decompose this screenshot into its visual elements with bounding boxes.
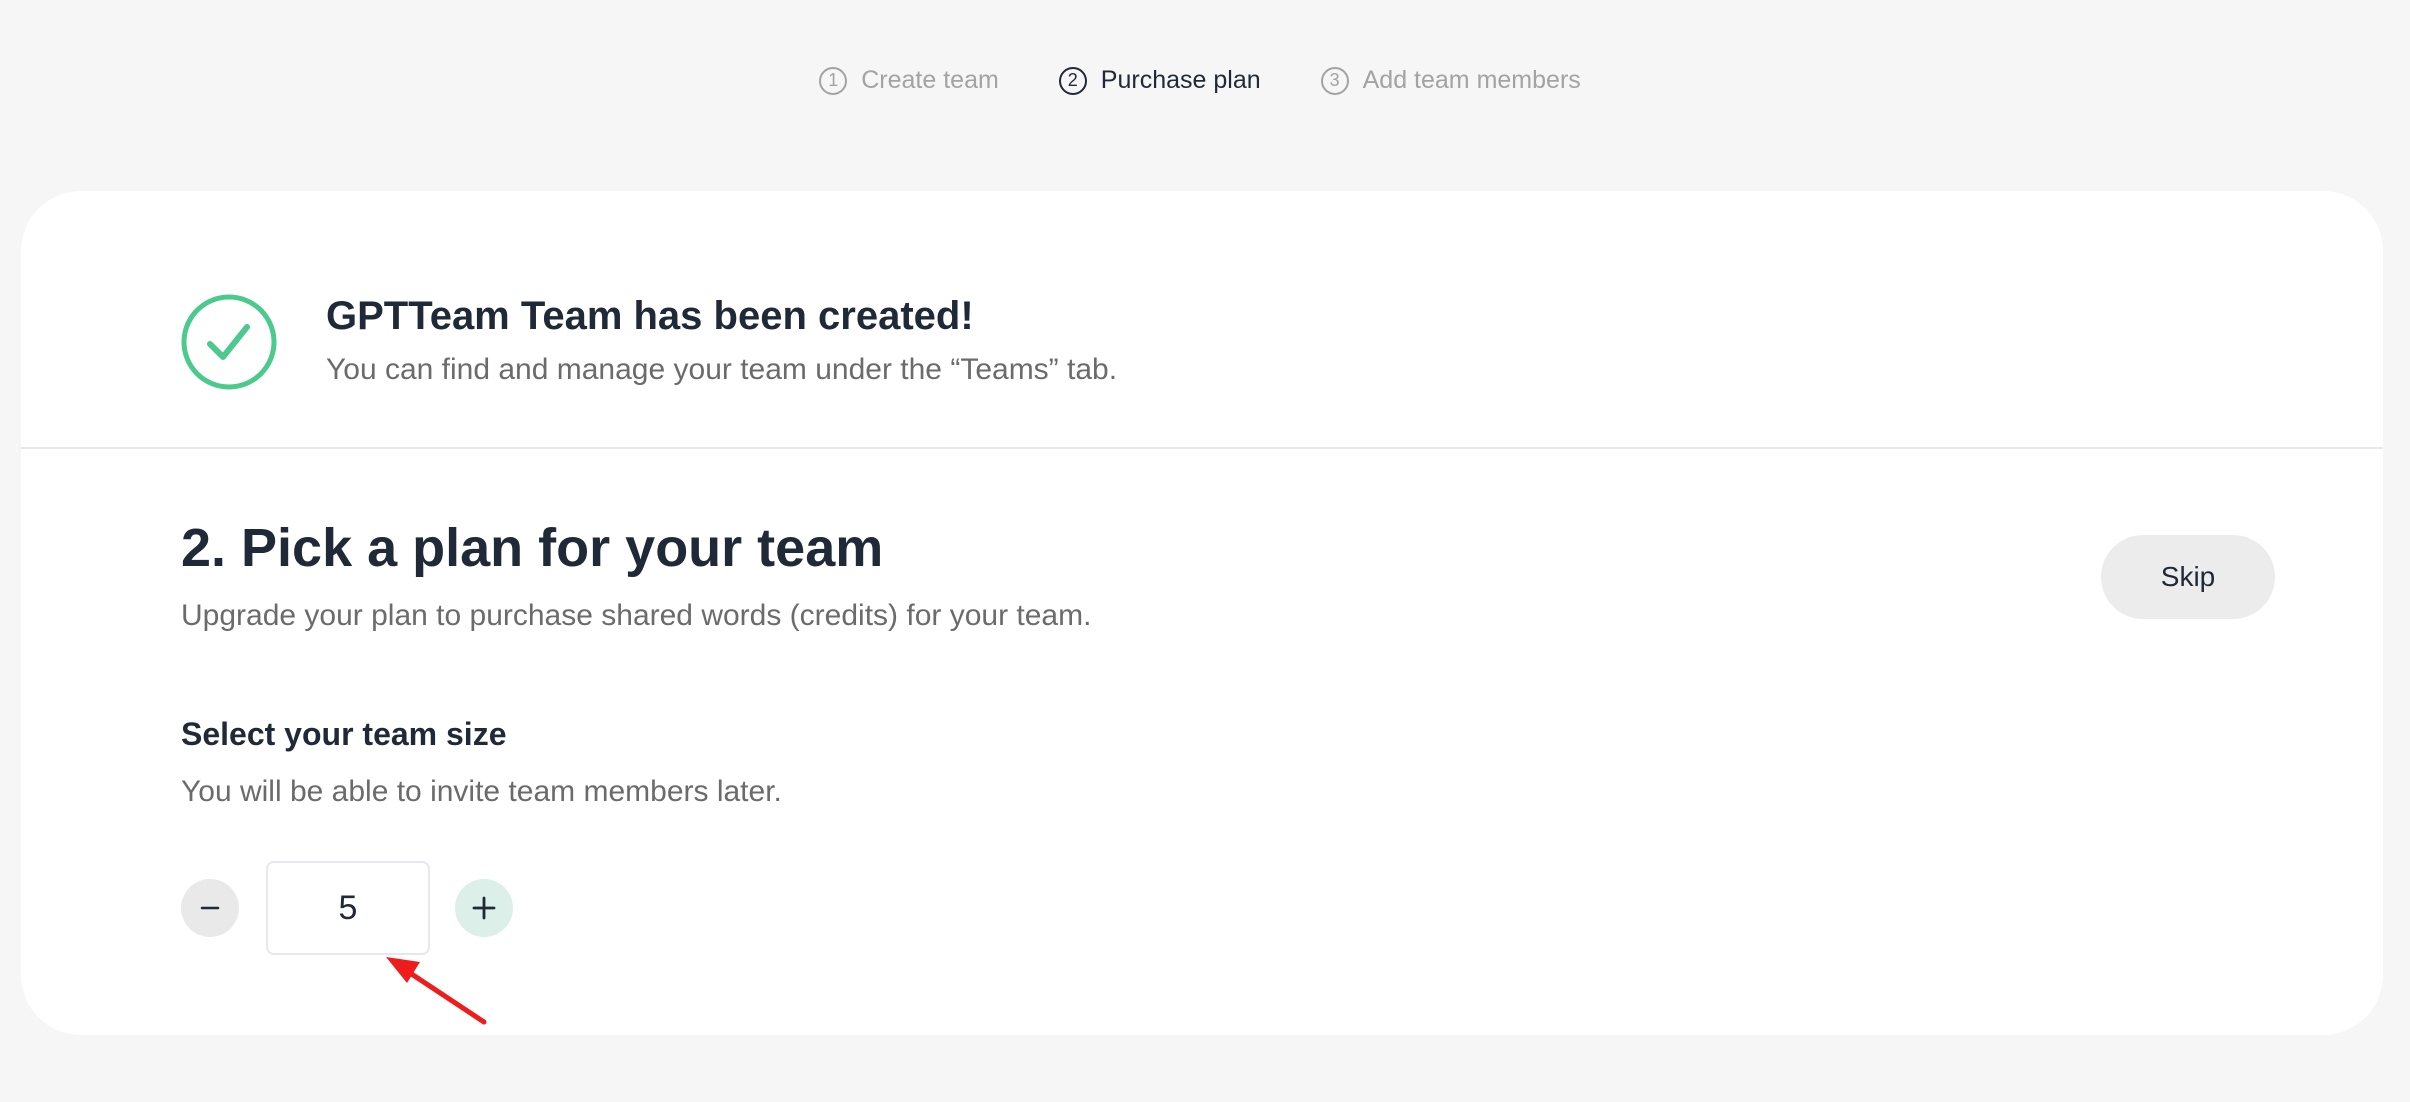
team-created-text: GPTTeam Team has been created! You can f… <box>326 294 1118 387</box>
step-create-team[interactable]: 1 Create team <box>819 66 999 95</box>
plan-section-subtitle: Upgrade your plan to purchase shared wor… <box>181 599 1092 632</box>
plan-section-title: 2. Pick a plan for your team <box>181 518 884 578</box>
team-created-title: GPTTeam Team has been created! <box>326 293 974 338</box>
team-created-subtitle: You can find and manage your team under … <box>326 352 1118 386</box>
step-label: Add team members <box>1362 66 1581 94</box>
main-card: GPTTeam Team has been created! You can f… <box>21 191 2383 1035</box>
step-add-team-members[interactable]: 3 Add team members <box>1320 66 1581 95</box>
step-number-1: 1 <box>819 66 848 95</box>
check-circle-icon <box>181 294 277 390</box>
section-divider <box>21 447 2383 449</box>
step-number-2: 2 <box>1058 66 1087 95</box>
step-purchase-plan[interactable]: 2 Purchase plan <box>1058 66 1261 95</box>
decrement-button[interactable] <box>181 879 239 937</box>
increment-button[interactable] <box>455 879 513 937</box>
team-created-notice: GPTTeam Team has been created! You can f… <box>181 294 1117 390</box>
team-size-title: Select your team size <box>181 716 507 752</box>
progress-stepper: 1 Create team 2 Purchase plan 3 Add team… <box>0 66 2405 95</box>
step-label: Purchase plan <box>1100 66 1261 94</box>
team-size-input[interactable] <box>266 861 430 955</box>
plus-icon <box>472 896 496 920</box>
team-size-subtitle: You will be able to invite team members … <box>181 775 782 808</box>
skip-button[interactable]: Skip <box>2101 535 2275 619</box>
step-label: Create team <box>861 66 999 94</box>
minus-icon <box>200 906 220 910</box>
step-number-3: 3 <box>1320 66 1349 95</box>
